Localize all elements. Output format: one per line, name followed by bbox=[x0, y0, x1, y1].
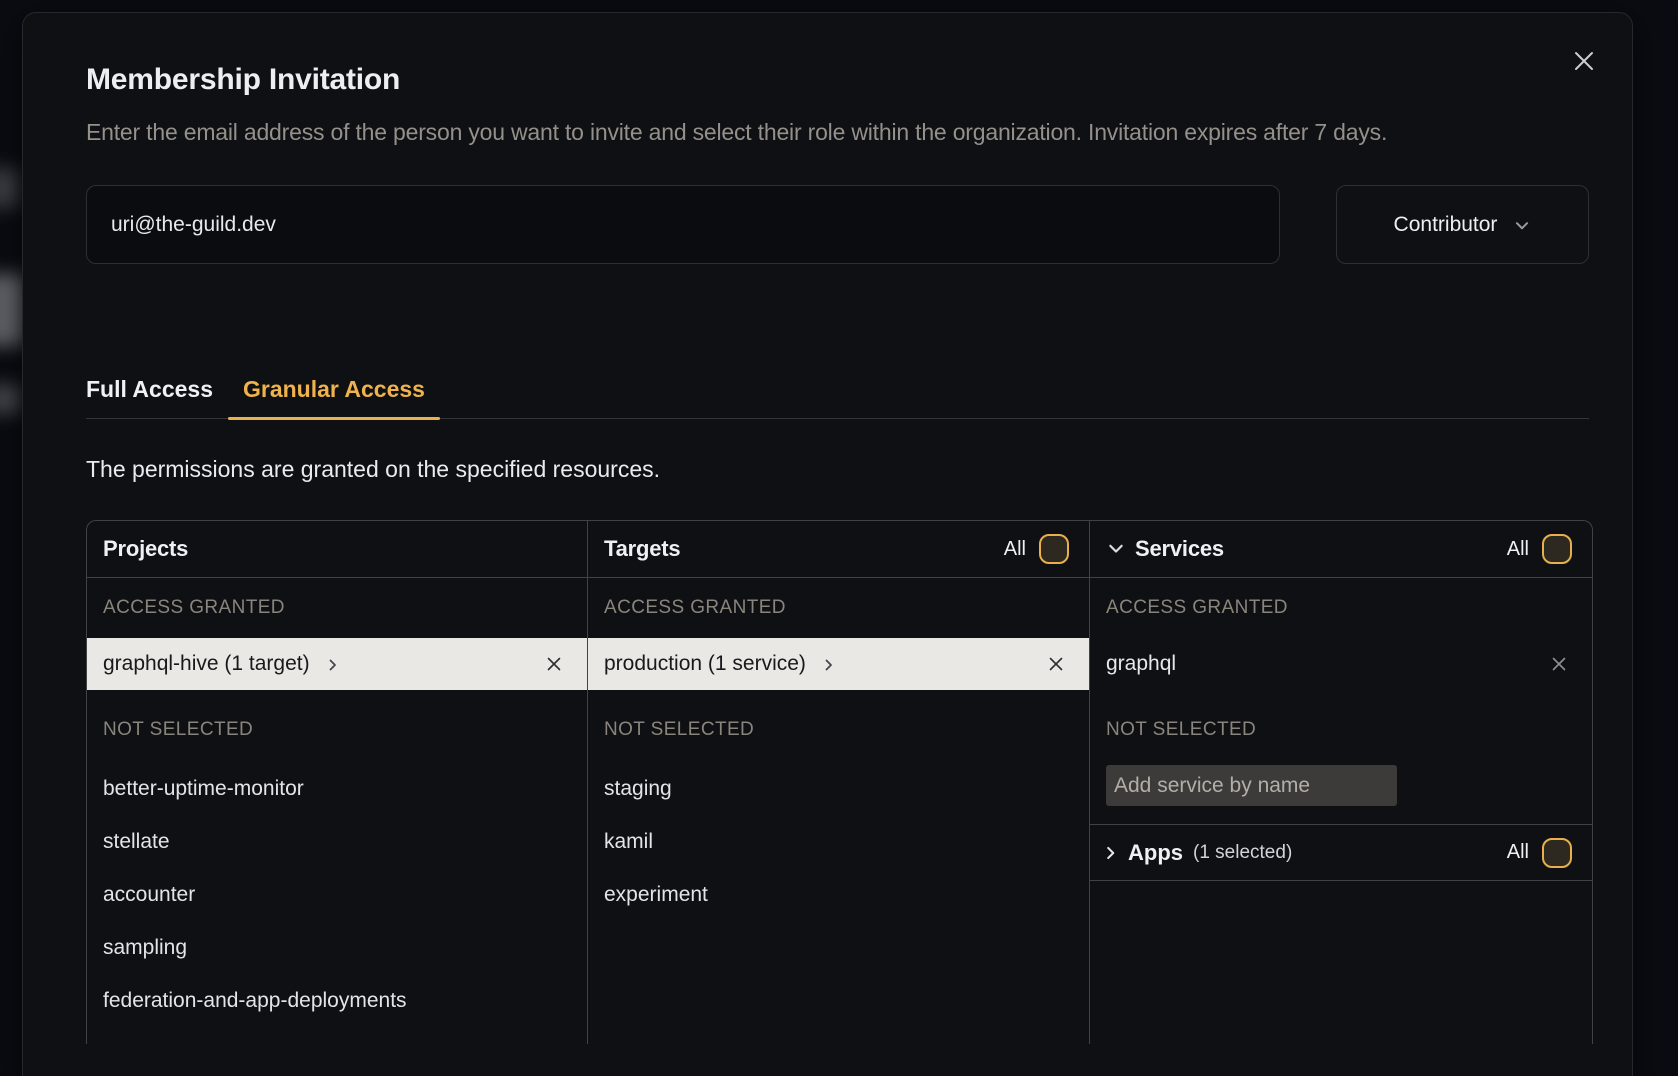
background-blur-artifact bbox=[0, 384, 22, 414]
not-selected-label: NOT SELECTED bbox=[1090, 716, 1592, 744]
membership-invitation-dialog: Membership Invitation Enter the email ad… bbox=[22, 12, 1633, 1076]
targets-list: staging kamil experiment bbox=[588, 762, 1089, 921]
dialog-description: Enter the email address of the person yo… bbox=[86, 114, 1588, 150]
all-label: All bbox=[1507, 841, 1529, 864]
remove-project-button[interactable] bbox=[545, 655, 563, 673]
projects-column: Projects ACCESS GRANTED graphql-hive (1 … bbox=[87, 521, 587, 1044]
granted-service-row: graphql bbox=[1090, 638, 1592, 690]
projects-list: better-uptime-monitor stellate accounter… bbox=[87, 762, 587, 1027]
chevron-right-icon bbox=[325, 657, 341, 673]
add-service-input[interactable] bbox=[1106, 765, 1397, 806]
not-selected-label: NOT SELECTED bbox=[588, 716, 1089, 744]
access-tabs: Full Access Granular Access bbox=[86, 374, 1589, 419]
chevron-down-icon bbox=[1513, 217, 1531, 235]
target-item[interactable]: experiment bbox=[588, 868, 1089, 921]
background-blur-artifact bbox=[0, 168, 20, 208]
project-item[interactable]: accounter bbox=[87, 868, 587, 921]
role-value: Contributor bbox=[1394, 213, 1498, 237]
close-icon bbox=[1572, 49, 1596, 73]
all-label: All bbox=[1004, 538, 1026, 561]
target-item[interactable]: staging bbox=[588, 762, 1089, 815]
granted-project-row[interactable]: graphql-hive (1 target) bbox=[87, 638, 587, 690]
granted-target-name: production (1 service) bbox=[604, 652, 806, 676]
tab-granular-access[interactable]: Granular Access bbox=[228, 374, 440, 418]
close-button[interactable] bbox=[1570, 47, 1598, 75]
apps-select-all[interactable]: All bbox=[1507, 838, 1572, 868]
granted-target-row[interactable]: production (1 service) bbox=[588, 638, 1089, 690]
target-item[interactable]: kamil bbox=[588, 815, 1089, 868]
screen: Membership Invitation Enter the email ad… bbox=[0, 0, 1678, 1076]
targets-all-checkbox[interactable] bbox=[1039, 534, 1069, 564]
permissions-note: The permissions are granted on the speci… bbox=[86, 454, 1589, 484]
services-column: Services All ACCESS GRANTED graphql bbox=[1089, 521, 1592, 1044]
chevron-down-icon bbox=[1106, 539, 1126, 559]
services-header[interactable]: Services All bbox=[1090, 521, 1592, 578]
access-granted-label: ACCESS GRANTED bbox=[87, 578, 587, 638]
access-granted-label: ACCESS GRANTED bbox=[1090, 578, 1592, 638]
project-item[interactable]: federation-and-app-deployments bbox=[87, 974, 587, 1027]
remove-target-button[interactable] bbox=[1047, 655, 1065, 673]
granted-service-name: graphql bbox=[1106, 652, 1176, 676]
apps-selected-count: (1 selected) bbox=[1193, 842, 1292, 864]
close-icon bbox=[545, 655, 563, 673]
invite-form-row: Contributor bbox=[86, 185, 1589, 264]
granted-project-name: graphql-hive (1 target) bbox=[103, 652, 310, 676]
project-item[interactable]: better-uptime-monitor bbox=[87, 762, 587, 815]
not-selected-label: NOT SELECTED bbox=[87, 716, 587, 744]
projects-header: Projects bbox=[87, 521, 587, 578]
apps-all-checkbox[interactable] bbox=[1542, 838, 1572, 868]
targets-column: Targets All ACCESS GRANTED production (1… bbox=[587, 521, 1089, 1044]
role-select[interactable]: Contributor bbox=[1336, 185, 1589, 264]
apps-label: Apps bbox=[1128, 840, 1183, 866]
chevron-right-icon bbox=[1102, 844, 1120, 862]
remove-service-button[interactable] bbox=[1550, 655, 1568, 673]
dialog-title: Membership Invitation bbox=[86, 63, 1589, 97]
targets-title: Targets bbox=[604, 536, 680, 562]
targets-select-all[interactable]: All bbox=[1004, 534, 1069, 564]
project-item[interactable]: sampling bbox=[87, 921, 587, 974]
access-granted-label: ACCESS GRANTED bbox=[588, 578, 1089, 638]
close-icon bbox=[1047, 655, 1065, 673]
projects-title: Projects bbox=[103, 536, 188, 562]
close-icon bbox=[1550, 655, 1568, 673]
resources-panel: Projects ACCESS GRANTED graphql-hive (1 … bbox=[86, 520, 1593, 1044]
project-item[interactable]: stellate bbox=[87, 815, 587, 868]
targets-header: Targets All bbox=[588, 521, 1089, 578]
all-label: All bbox=[1507, 538, 1529, 561]
chevron-right-icon bbox=[821, 657, 837, 673]
apps-expander[interactable]: Apps (1 selected) All bbox=[1090, 824, 1592, 881]
services-title: Services bbox=[1135, 536, 1224, 562]
tab-full-access[interactable]: Full Access bbox=[71, 374, 228, 418]
services-all-checkbox[interactable] bbox=[1542, 534, 1572, 564]
email-input[interactable] bbox=[86, 185, 1280, 264]
services-select-all[interactable]: All bbox=[1507, 534, 1572, 564]
